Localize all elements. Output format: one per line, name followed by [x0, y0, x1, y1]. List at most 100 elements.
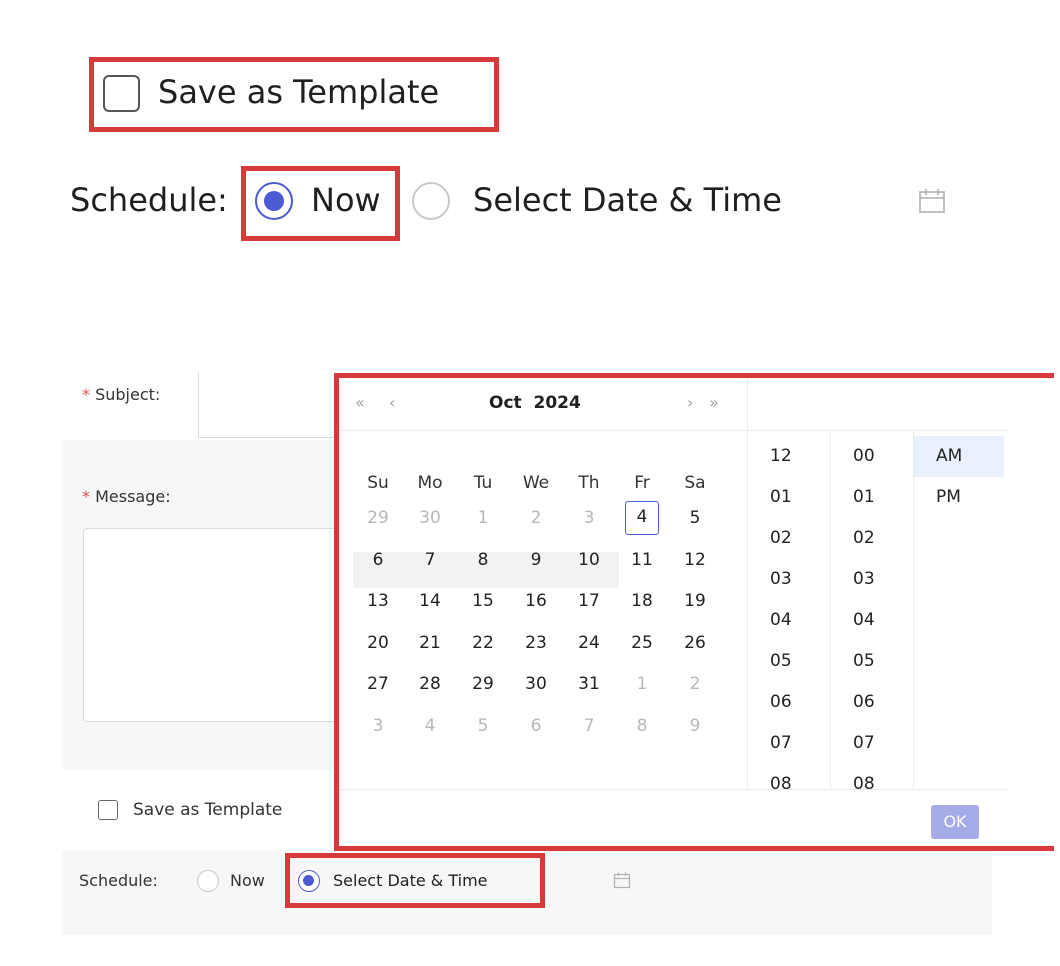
day-cell[interactable]: 16 [519, 584, 553, 618]
calendar-grid: Su Mo Tu We Th Fr Sa 29 30 1 2 3 4 5 6 7 8 9 10 11 12 13 14 15 1… [339, 431, 748, 789]
day-cell[interactable]: 6 [361, 543, 395, 577]
schedule-now-radio-small[interactable] [197, 870, 219, 892]
day-cell[interactable]: 13 [361, 584, 395, 618]
day-cell[interactable]: 7 [572, 709, 606, 743]
schedule-select-radio-small[interactable] [298, 870, 320, 892]
year-label[interactable]: 2024 [534, 393, 581, 413]
save-template-label-small[interactable]: Save as Template [133, 798, 282, 822]
day-cell[interactable]: 23 [519, 626, 553, 660]
hour-option[interactable]: 04 [748, 600, 830, 641]
minute-option[interactable]: 08 [831, 764, 913, 789]
day-cell: 1 [477, 508, 489, 528]
schedule-now-label[interactable]: Now [311, 178, 381, 222]
calendar-icon[interactable] [918, 187, 946, 215]
time-header [748, 378, 1008, 431]
prev-month-button[interactable]: ‹ [389, 392, 395, 414]
message-textarea[interactable] [83, 528, 348, 722]
save-template-checkbox-small[interactable] [98, 800, 118, 820]
minute-option[interactable]: 00 [831, 436, 913, 477]
day-cell[interactable]: 5 [678, 501, 712, 535]
day-cell[interactable]: 15 [466, 584, 500, 618]
next-month-button[interactable]: › [687, 392, 693, 414]
day-cell: 2 [530, 508, 542, 528]
subject-label-text: Subject: [95, 385, 161, 404]
hour-option[interactable]: 02 [748, 518, 830, 559]
day-cell[interactable]: 11 [625, 543, 659, 577]
day-cell[interactable]: 5 [466, 709, 500, 743]
day-cell[interactable]: 28 [413, 667, 447, 701]
day-cell[interactable]: 7 [413, 543, 447, 577]
day-cell[interactable]: 25 [625, 626, 659, 660]
schedule-select-radio[interactable] [412, 182, 450, 220]
schedule-now-radio[interactable] [255, 182, 293, 220]
message-label-text: Message: [95, 487, 171, 506]
hour-option[interactable]: 06 [748, 682, 830, 723]
schedule-select-label[interactable]: Select Date & Time [473, 178, 782, 222]
minute-option[interactable]: 01 [831, 477, 913, 518]
minute-option[interactable]: 03 [831, 559, 913, 600]
weekday-header: Tu [473, 473, 493, 493]
day-cell[interactable]: 31 [572, 667, 606, 701]
day-cell[interactable]: 9 [678, 709, 712, 743]
day-cell[interactable]: 18 [625, 584, 659, 618]
day-cell[interactable]: 8 [466, 543, 500, 577]
day-cell[interactable]: 26 [678, 626, 712, 660]
day-cell[interactable]: 2 [678, 667, 712, 701]
month-label[interactable]: Oct [489, 393, 522, 413]
schedule-select-label-small[interactable]: Select Date & Time [333, 869, 488, 893]
day-cell[interactable]: 27 [361, 667, 395, 701]
calendar-icon-small[interactable] [613, 871, 631, 889]
day-cell[interactable]: 24 [572, 626, 606, 660]
hours-column[interactable]: 12 01 02 03 04 05 06 07 08 [748, 431, 831, 789]
day-cell[interactable]: 3 [361, 709, 395, 743]
day-cell[interactable]: 29 [466, 667, 500, 701]
day-cell[interactable]: 21 [413, 626, 447, 660]
weekday-header: Sa [684, 473, 706, 493]
day-cell-today[interactable]: 4 [625, 501, 659, 535]
save-template-checkbox[interactable] [103, 75, 140, 112]
hour-option[interactable]: 07 [748, 723, 830, 764]
day-cell: 29 [367, 508, 389, 528]
ampm-option[interactable]: AM [914, 436, 1004, 477]
day-cell[interactable]: 14 [413, 584, 447, 618]
day-cell[interactable]: 9 [519, 543, 553, 577]
subject-input[interactable] [198, 372, 348, 438]
minute-option[interactable]: 02 [831, 518, 913, 559]
prev-year-button[interactable]: « [355, 392, 365, 414]
day-cell[interactable]: 6 [519, 709, 553, 743]
ampm-column[interactable]: AM PM [914, 431, 1004, 789]
date-time-picker: « ‹ Oct 2024 › » Su Mo Tu We Th Fr Sa 29 30 1 2 3 4 5… [334, 373, 1054, 851]
weekday-header: We [522, 473, 550, 493]
day-cell[interactable]: 30 [519, 667, 553, 701]
next-year-button[interactable]: » [709, 392, 719, 414]
minute-option[interactable]: 04 [831, 600, 913, 641]
ampm-option[interactable]: PM [914, 477, 1004, 518]
day-cell[interactable]: 22 [466, 626, 500, 660]
schedule-label: Schedule: [70, 181, 228, 219]
hour-option[interactable]: 12 [748, 436, 830, 477]
weekday-header: Th [578, 473, 600, 493]
day-cell[interactable]: 17 [572, 584, 606, 618]
day-cell[interactable]: 19 [678, 584, 712, 618]
hour-option[interactable]: 05 [748, 641, 830, 682]
day-cell[interactable]: 12 [678, 543, 712, 577]
minutes-column[interactable]: 00 01 02 03 04 05 06 07 08 [831, 431, 914, 789]
ok-button[interactable]: OK [931, 805, 979, 839]
day-cell[interactable]: 1 [625, 667, 659, 701]
day-cell[interactable]: 10 [572, 543, 606, 577]
minute-option[interactable]: 07 [831, 723, 913, 764]
minute-option[interactable]: 05 [831, 641, 913, 682]
weekday-header: Mo [417, 473, 443, 493]
day-cell[interactable]: 4 [413, 709, 447, 743]
minute-option[interactable]: 06 [831, 682, 913, 723]
month-year-label[interactable]: Oct 2024 [489, 391, 581, 415]
hour-option[interactable]: 08 [748, 764, 830, 789]
schedule-now-label-small[interactable]: Now [230, 869, 265, 893]
hour-option[interactable]: 03 [748, 559, 830, 600]
hour-option[interactable]: 01 [748, 477, 830, 518]
calendar-header: « ‹ Oct 2024 › » [339, 378, 748, 431]
day-cell[interactable]: 8 [625, 709, 659, 743]
day-cell[interactable]: 20 [361, 626, 395, 660]
save-template-label[interactable]: Save as Template [158, 70, 439, 114]
subject-label: * Subject: [82, 384, 160, 406]
